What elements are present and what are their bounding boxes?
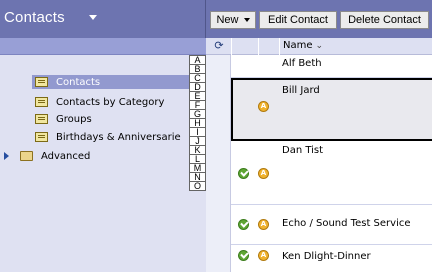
contact-name: Bill Jard — [282, 85, 320, 96]
alphabet-index: A B C D E F G H I J K L M N O — [189, 55, 206, 191]
new-button-label: New — [216, 14, 239, 26]
folder-label: Contacts by Category — [56, 96, 165, 108]
table-row[interactable]: Alf Beth — [231, 55, 432, 78]
table-row[interactable]: Echo / Sound Test Service A — [231, 205, 432, 245]
expand-arrow-icon[interactable] — [4, 152, 9, 160]
table-row[interactable]: Ken Dlight-Dinner A — [231, 245, 432, 272]
contact-name: Ken Dlight-Dinner — [282, 251, 371, 262]
folder-item-contacts-by-category[interactable]: Contacts by Category — [35, 95, 164, 109]
check-badge-icon — [238, 219, 249, 230]
address-book-icon — [35, 132, 48, 142]
alert-badge-icon: A — [258, 250, 269, 261]
folder-label: Groups — [56, 113, 92, 125]
contact-name: Dan Tist — [282, 145, 324, 156]
contact-list: Alf Beth Bill Jard A Dan Tist A Echo / S… — [206, 55, 432, 272]
alert-badge-icon: A — [258, 101, 269, 112]
table-row[interactable]: Bill Jard A — [231, 78, 432, 141]
column-divider — [258, 38, 259, 55]
page-title[interactable]: Contacts — [4, 9, 65, 26]
folder-pane-subbar — [0, 38, 206, 55]
address-book-icon — [35, 77, 48, 87]
alert-badge-icon: A — [258, 168, 269, 179]
contact-name: Echo / Sound Test Service — [282, 218, 411, 229]
new-button[interactable]: New — [210, 11, 256, 29]
folder-label: Birthdays & Anniversarie — [56, 131, 181, 143]
folder-label: Contacts — [56, 76, 101, 88]
list-gutter — [206, 55, 231, 272]
column-header-label: Name — [283, 40, 313, 51]
alpha-index-button[interactable]: O — [189, 181, 206, 191]
delete-contact-button[interactable]: Delete Contact — [340, 11, 429, 29]
column-divider — [279, 38, 280, 55]
folder-label: Advanced — [41, 150, 91, 162]
check-badge-icon — [238, 168, 249, 179]
table-row[interactable]: Dan Tist A — [231, 142, 432, 205]
folder-item-groups[interactable]: Groups — [35, 112, 92, 126]
folder-item-contacts[interactable]: Contacts — [32, 75, 200, 89]
folder-icon — [20, 151, 33, 161]
folder-item-birthdays[interactable]: Birthdays & Anniversarie — [35, 130, 181, 144]
contact-name: Alf Beth — [282, 58, 322, 69]
folder-item-advanced[interactable]: Advanced — [20, 149, 90, 163]
folder-list: Contacts Contacts by Category Groups Bir… — [0, 55, 206, 272]
chevron-down-icon — [243, 18, 250, 23]
column-header-name[interactable]: Name ⌄ — [283, 40, 323, 51]
folder-pane-header: Contacts — [0, 0, 206, 38]
address-book-icon — [35, 97, 48, 107]
list-header: ⟳ Name ⌄ — [206, 38, 432, 55]
refresh-icon[interactable]: ⟳ — [212, 39, 226, 53]
chevron-down-icon[interactable] — [89, 15, 97, 20]
check-badge-icon — [238, 250, 249, 261]
sort-chevron-icon: ⌄ — [315, 41, 324, 51]
toolbar: New Edit Contact Delete Contact — [206, 0, 432, 38]
alert-badge-icon: A — [258, 219, 269, 230]
edit-contact-button[interactable]: Edit Contact — [259, 11, 337, 29]
column-divider — [231, 38, 232, 55]
address-book-icon — [35, 114, 48, 124]
